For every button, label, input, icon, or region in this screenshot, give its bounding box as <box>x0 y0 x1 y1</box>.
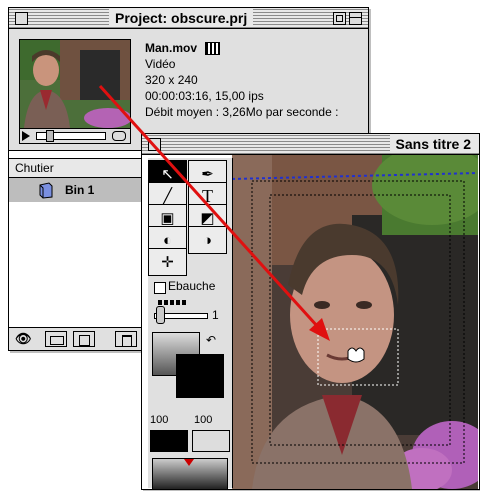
film-icon <box>205 42 220 55</box>
loop-button[interactable] <box>112 131 126 141</box>
zoom-swatch-gray[interactable] <box>192 430 230 452</box>
right-zoom-value[interactable]: 100 <box>194 414 212 426</box>
video-frame-canvas[interactable] <box>232 155 478 489</box>
move-tool-icon[interactable]: ✛ <box>148 248 187 276</box>
new-bin-icon[interactable] <box>73 331 95 347</box>
zoom-swatch-black[interactable] <box>150 430 188 452</box>
canvas-window: Sans titre 2 ↖ ✒ ╱ T ▣ ◩ ◐ ◑ ✛ Ebauche 1… <box>141 133 480 490</box>
trash-icon[interactable] <box>115 331 137 347</box>
project-titlebar[interactable]: Project: obscure.prj <box>9 8 368 29</box>
canvas-title: Sans titre 2 <box>389 135 479 153</box>
clip-name: Man.mov <box>145 41 198 55</box>
bin-label: Bin 1 <box>65 183 95 197</box>
clip-type: Vidéo <box>145 57 176 71</box>
bin-row[interactable]: Bin 1 <box>9 178 149 202</box>
brush-size-thumb[interactable] <box>156 306 165 324</box>
play-button[interactable] <box>22 131 30 141</box>
canvas-close-box[interactable] <box>148 138 161 151</box>
binoculars-icon[interactable]: 👁 <box>15 331 39 347</box>
zoom-box[interactable] <box>333 12 346 25</box>
bin-icon <box>39 182 53 199</box>
draft-label: Ebauche <box>168 279 216 293</box>
clip-bitrate: Débit moyen : 3,26Mo par seconde : <box>145 105 339 119</box>
play-controls <box>19 128 131 144</box>
clip-dimensions: 320 x 240 <box>145 73 198 87</box>
canvas-titlebar[interactable]: Sans titre 2 <box>142 134 479 155</box>
folder-icon[interactable] <box>45 331 67 347</box>
project-title: Project: obscure.prj <box>109 9 254 27</box>
brush-size-value: 1 <box>212 308 219 322</box>
close-box[interactable] <box>15 12 28 25</box>
draft-checkbox[interactable] <box>154 282 166 294</box>
background-color-swatch[interactable] <box>176 354 224 398</box>
brush-size-ticks <box>158 300 188 305</box>
left-zoom-value[interactable]: 100 <box>150 414 168 426</box>
shape-tool-icon[interactable]: ◑ <box>188 226 227 254</box>
timeline-thumb[interactable] <box>46 130 54 142</box>
gradient-marker-icon <box>184 459 194 466</box>
gradient-bar[interactable] <box>152 458 228 490</box>
clip-timecode: 00:00:03:16, 15,00 ips <box>145 89 264 103</box>
bin-header-label: Chutier <box>15 161 54 175</box>
tool-palette: ↖ ✒ ╱ T ▣ ◩ ◐ ◑ ✛ Ebauche 1 ↶ 100 100 <box>148 158 233 490</box>
collapse-box[interactable] <box>349 12 362 25</box>
swap-colors-icon[interactable]: ↶ <box>206 333 216 347</box>
clip-thumbnail[interactable] <box>19 39 131 129</box>
